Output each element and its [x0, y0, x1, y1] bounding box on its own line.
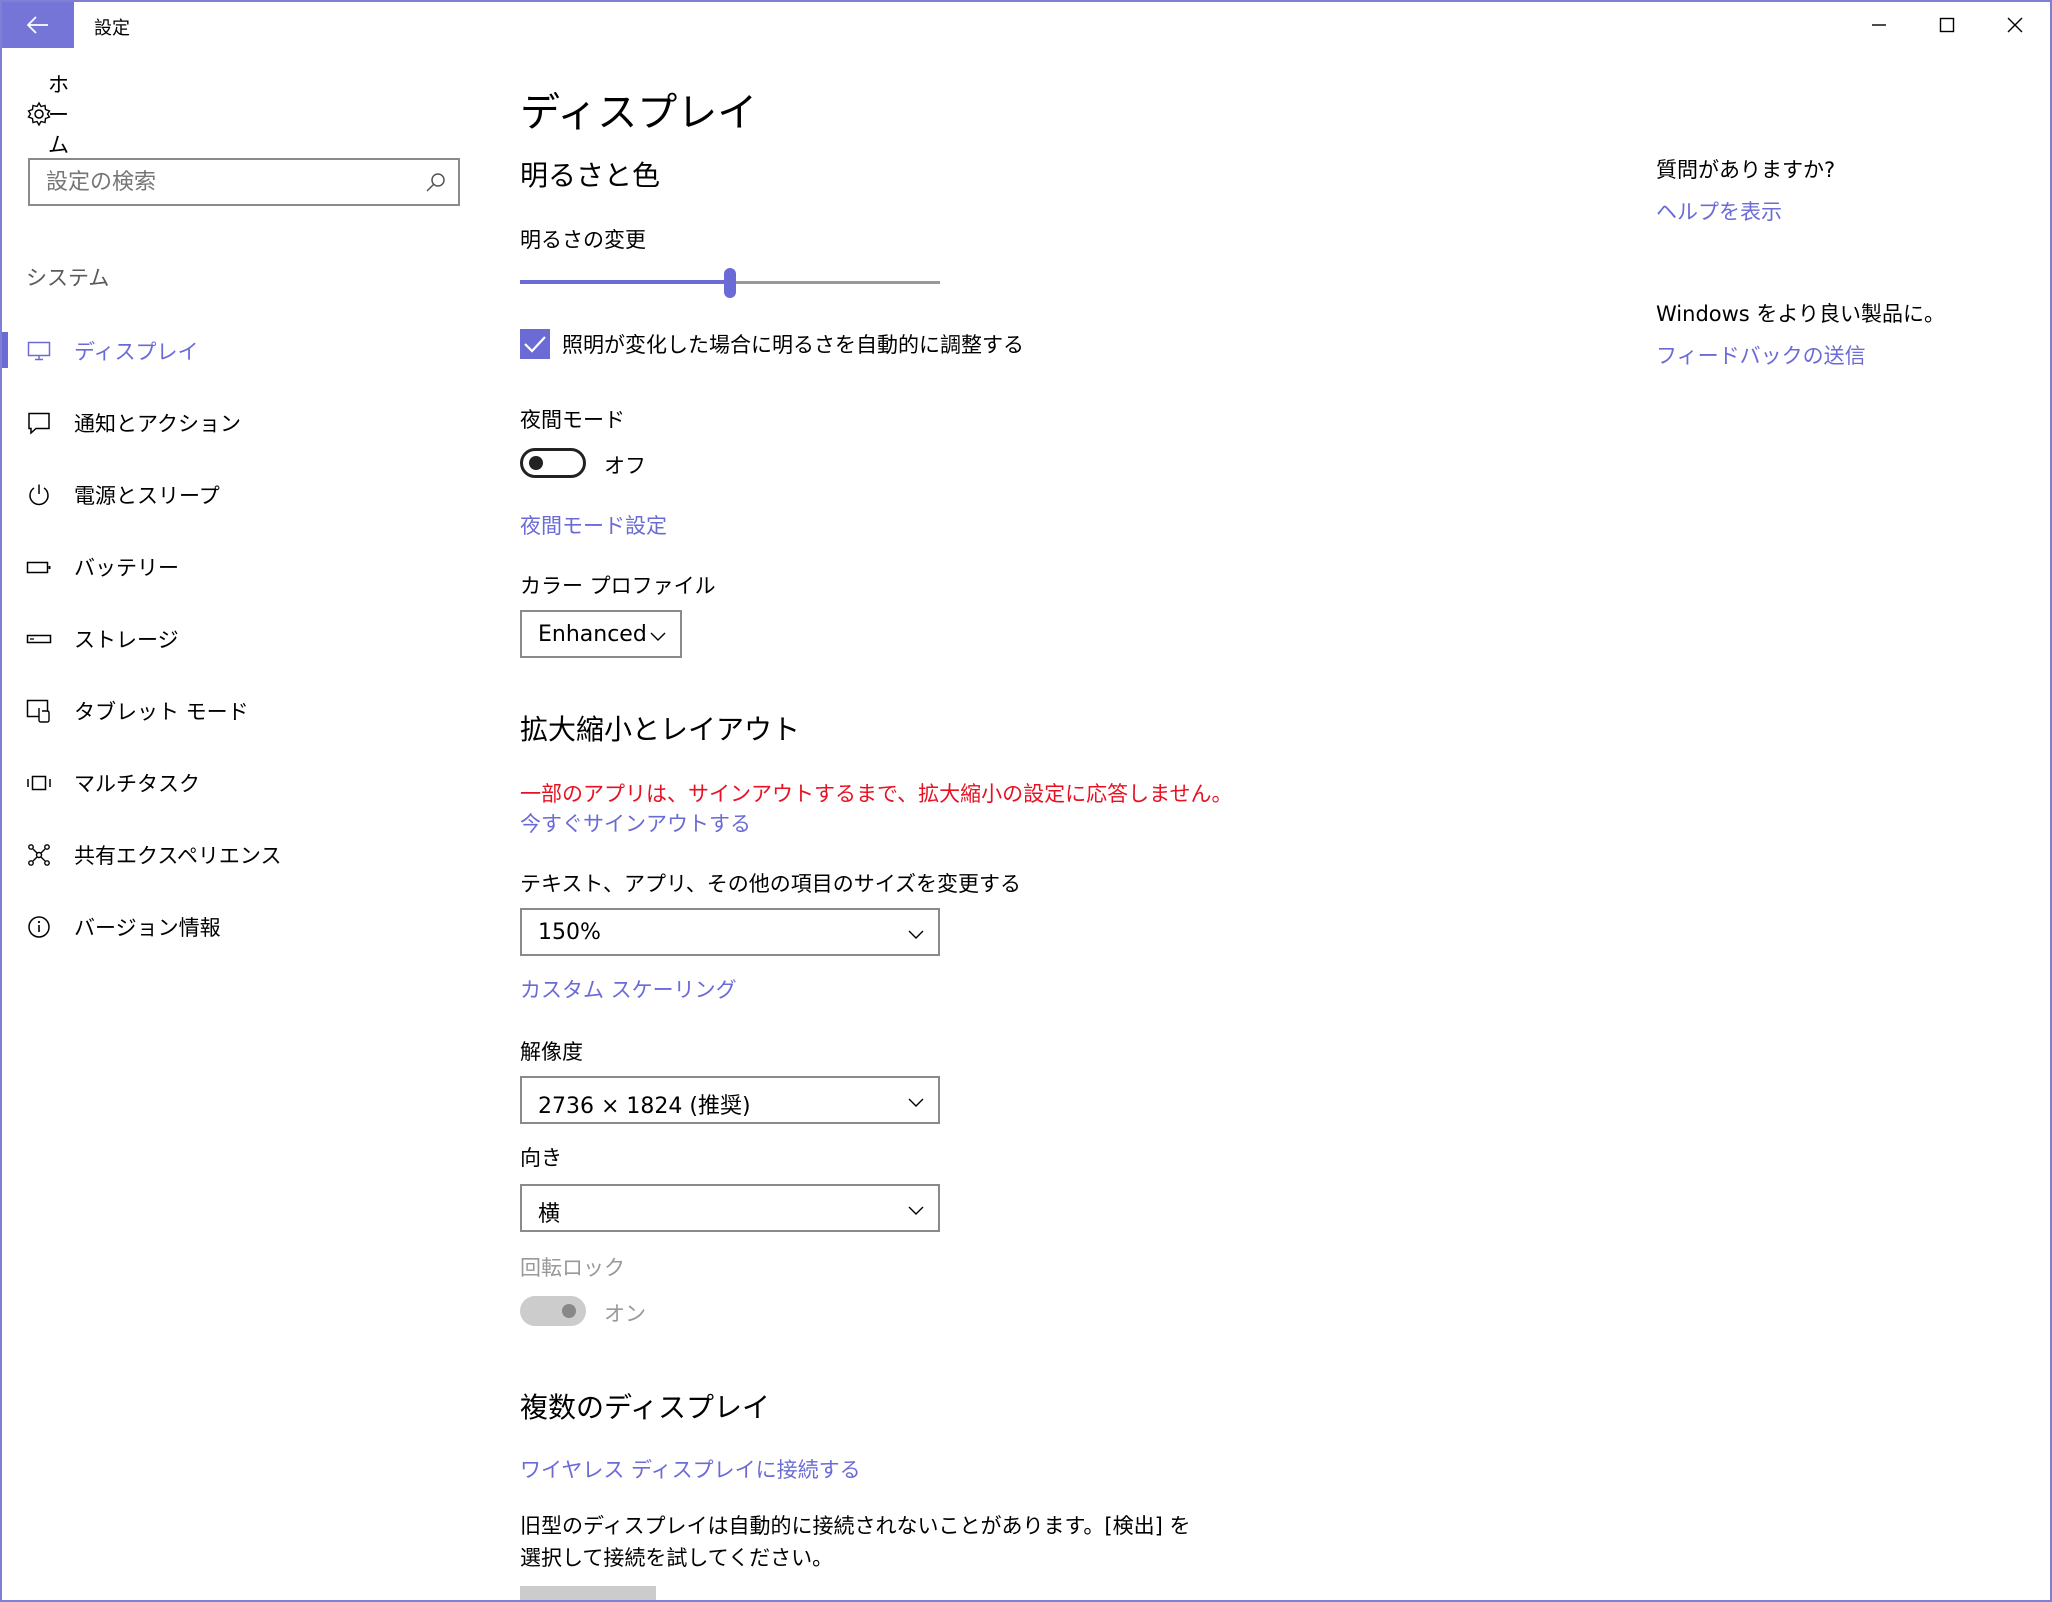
detect-button[interactable] [520, 1586, 656, 1600]
orientation-select[interactable]: 横 [520, 1184, 940, 1232]
sidebar-item-notifications[interactable]: 通知とアクション [2, 386, 482, 458]
search-box[interactable] [28, 158, 460, 206]
home-link[interactable]: ホーム [26, 73, 69, 157]
color-profile-label: カラー プロファイル [520, 574, 716, 598]
slider-fill [520, 280, 730, 284]
multi-display-heading: 複数のディスプレイ [520, 1391, 771, 1424]
size-value: 150% [538, 920, 601, 945]
night-mode-settings-link[interactable]: 夜間モード設定 [520, 510, 667, 540]
sidebar: ホーム システム ディスプレイ 通知とアクション [2, 50, 482, 1600]
sidebar-item-label: バージョン情報 [74, 916, 221, 940]
sidebar-item-about[interactable]: バージョン情報 [2, 890, 482, 962]
size-select[interactable]: 150% [520, 908, 940, 956]
sidebar-item-label: 通知とアクション [74, 412, 241, 436]
help-panel: 質問がありますか? ヘルプを表示 Windows をより良い製品に。 フィードバ… [1656, 2, 2036, 602]
question-text: 質問がありますか? [1656, 158, 1836, 182]
night-mode-toggle[interactable] [520, 448, 586, 478]
home-label: ホーム [48, 73, 69, 157]
scaling-heading: 拡大縮小とレイアウト [520, 713, 801, 746]
feedback-text: Windows をより良い製品に。 [1656, 302, 1945, 326]
sidebar-item-label: 共有エクスペリエンス [74, 844, 282, 868]
resolution-select[interactable]: 2736 × 1824 (推奨) [520, 1076, 940, 1124]
multi-display-description: 旧型のディスプレイは自動的に接続されないことがあります。[検出] を選択して接続… [520, 1514, 1191, 1570]
share-icon [26, 842, 52, 868]
page-title: ディスプレイ [520, 90, 758, 136]
toggle-knob [562, 1304, 576, 1318]
help-link[interactable]: ヘルプを表示 [1656, 196, 1782, 226]
color-profile-value: Enhanced [538, 622, 647, 647]
resolution-label: 解像度 [520, 1040, 583, 1064]
orientation-label: 向き [520, 1146, 562, 1170]
sidebar-item-display[interactable]: ディスプレイ [2, 314, 482, 386]
chevron-down-icon [908, 1206, 924, 1215]
brightness-slider-label: 明るさの変更 [520, 228, 646, 252]
multitask-icon [26, 770, 52, 796]
custom-scaling-link[interactable]: カスタム スケーリング [520, 974, 737, 1004]
signout-link[interactable]: 今すぐサインアウトする [520, 808, 751, 838]
sidebar-item-label: バッテリー [74, 556, 179, 580]
rotation-lock-label: 回転ロック [520, 1256, 625, 1280]
scaling-warning: 一部のアプリは、サインアウトするまで、拡大縮小の設定に応答しません。 [520, 782, 1233, 806]
brightness-heading: 明るさと色 [520, 159, 661, 192]
rotation-lock-state: オン [604, 1302, 646, 1326]
chevron-down-icon [908, 1098, 924, 1107]
sidebar-item-storage[interactable]: ストレージ [2, 602, 482, 674]
night-mode-label: 夜間モード [520, 408, 625, 432]
monitor-icon [26, 338, 52, 364]
arrow-left-icon [27, 16, 48, 34]
tablet-icon [26, 698, 52, 724]
slider-thumb[interactable] [724, 268, 736, 298]
toggle-knob [529, 456, 543, 470]
sidebar-item-multitasking[interactable]: マルチタスク [2, 746, 482, 818]
window-title: 設定 [94, 18, 130, 39]
chevron-down-icon [908, 930, 924, 939]
brightness-slider[interactable] [520, 268, 940, 298]
sidebar-item-label: 電源とスリープ [74, 484, 220, 508]
auto-brightness-row[interactable]: 照明が変化した場合に明るさを自動的に調整する [520, 328, 1024, 360]
search-icon[interactable] [424, 170, 448, 194]
power-icon [26, 482, 52, 508]
feedback-link[interactable]: フィードバックの送信 [1656, 340, 1866, 370]
resolution-value: 2736 × 1824 (推奨) [538, 1094, 751, 1119]
message-icon [26, 410, 52, 436]
size-label: テキスト、アプリ、その他の項目のサイズを変更する [520, 872, 1022, 896]
section-label-system: システム [26, 266, 110, 290]
sidebar-item-label: ストレージ [74, 628, 179, 652]
sidebar-item-battery[interactable]: バッテリー [2, 530, 482, 602]
sidebar-item-power[interactable]: 電源とスリープ [2, 458, 482, 530]
color-profile-select[interactable]: Enhanced [520, 610, 682, 658]
rotation-lock-toggle[interactable] [520, 1296, 586, 1326]
sidebar-item-tablet-mode[interactable]: タブレット モード [2, 674, 482, 746]
night-mode-state: オフ [604, 454, 646, 478]
checkmark-icon [524, 336, 546, 353]
main-content: ディスプレイ 明るさと色 明るさの変更 照明が変化した場合に明るさを自動的に調整… [520, 2, 1620, 1600]
orientation-value: 横 [538, 1202, 561, 1227]
search-input[interactable] [30, 160, 410, 204]
settings-window: 設定 ホーム システム [0, 0, 2052, 1602]
auto-brightness-checkbox[interactable] [520, 329, 550, 359]
auto-brightness-label: 照明が変化した場合に明るさを自動的に調整する [562, 333, 1024, 357]
sidebar-item-label: タブレット モード [74, 700, 249, 724]
storage-icon [26, 626, 52, 652]
back-button[interactable] [2, 2, 74, 48]
sidebar-item-shared-experiences[interactable]: 共有エクスペリエンス [2, 818, 482, 890]
nav-list: ディスプレイ 通知とアクション 電源とスリープ バッテリー ストレージ タブレッ… [2, 314, 482, 962]
info-icon [26, 914, 52, 940]
sidebar-item-label: マルチタスク [74, 772, 200, 796]
wireless-display-link[interactable]: ワイヤレス ディスプレイに接続する [520, 1454, 861, 1484]
chevron-down-icon [650, 632, 666, 641]
battery-icon [26, 554, 52, 580]
sidebar-item-label: ディスプレイ [74, 340, 199, 364]
